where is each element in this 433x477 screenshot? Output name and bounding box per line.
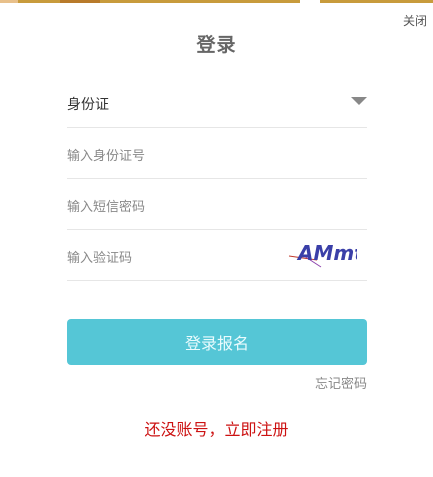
- id-number-placeholder: 输入身份证号: [67, 149, 146, 164]
- captcha-row: 输入验证码 AMmt: [67, 230, 367, 281]
- page-title: 登录: [196, 34, 237, 56]
- top-banner-strip: [0, 0, 433, 3]
- close-button[interactable]: 关闭: [403, 12, 427, 29]
- login-modal: 关闭 登录 身份证 输入身份证号 输入短信密码 输入验证码 AMmt 登录报名 …: [0, 0, 433, 477]
- id-type-selected-value: 身份证: [67, 97, 109, 113]
- sms-code-placeholder: 输入短信密码: [67, 200, 146, 215]
- captcha-text: AMmt: [296, 241, 357, 265]
- login-form: 身份证 输入身份证号 输入短信密码 输入验证码 AMmt: [67, 77, 367, 281]
- register-link[interactable]: 还没账号，立即注册: [0, 416, 433, 440]
- login-register-button[interactable]: 登录报名: [67, 319, 367, 365]
- id-type-select[interactable]: 身份证: [67, 77, 367, 128]
- captcha-image[interactable]: AMmt: [287, 240, 357, 270]
- forgot-password-link[interactable]: 忘记密码: [67, 373, 367, 392]
- chevron-down-icon: [351, 97, 367, 105]
- captcha-input[interactable]: 输入验证码: [67, 247, 132, 266]
- sms-code-field[interactable]: 输入短信密码: [67, 179, 367, 230]
- id-number-field[interactable]: 输入身份证号: [67, 128, 367, 179]
